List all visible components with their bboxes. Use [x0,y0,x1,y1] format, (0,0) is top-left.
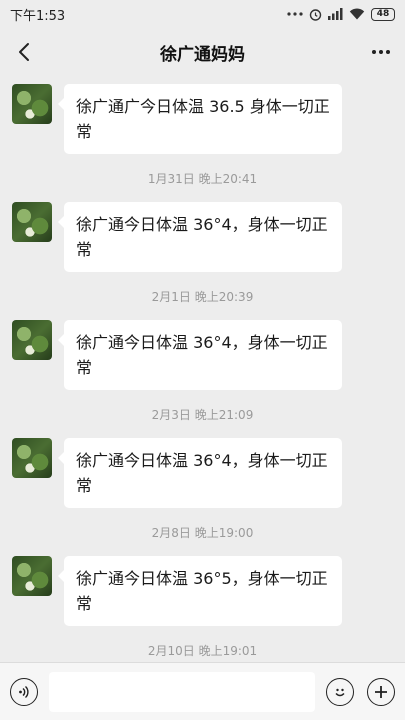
message-bubble[interactable]: 徐广通广今日体温 36.5 身体一切正常 [58,84,342,154]
emoji-icon [335,688,345,697]
message-timestamp: 1月31日 晚上20:41 [147,172,258,186]
avatar[interactable] [12,438,52,478]
message-timestamp: 2月10日 晚上19:01 [147,644,258,658]
message-timestamp: 2月3日 晚上21:09 [151,408,254,422]
message-timestamp: 2月1日 晚上20:39 [151,290,254,304]
voice-button[interactable] [10,678,38,706]
alarm-icon [309,8,322,21]
message-input[interactable] [49,672,315,712]
emoji-button[interactable] [326,678,354,706]
avatar[interactable] [12,202,52,242]
wifi-icon [349,8,365,20]
battery-indicator: 48 [371,7,395,21]
nav-bar: 徐广通妈妈 [0,28,405,76]
avatar[interactable] [12,556,52,596]
notification-dots-icon [287,12,303,16]
voice-icon [19,685,29,699]
message-timestamp: 2月8日 晚上19:00 [151,526,254,540]
chat-title: 徐广通妈妈 [160,44,245,65]
more-functions-button[interactable] [367,678,395,706]
status-bar: 下午1:53 48 [0,0,405,28]
avatar[interactable] [12,84,52,124]
message-bubble[interactable]: 徐广通今日体温 36°5，身体一切正常 [58,556,342,626]
status-icons: 48 [287,7,395,21]
signal-icon [328,8,343,20]
input-bar [0,662,405,720]
message-bubble[interactable]: 徐广通今日体温 36°4，身体一切正常 [58,320,342,390]
message-bubble[interactable]: 徐广通今日体温 36°4，身体一切正常 [58,438,342,508]
more-button[interactable] [365,36,397,68]
chat-area[interactable]: 徐广通广今日体温 36.5 身体一切正常 1月31日 晚上20:41 徐广通今日… [0,76,405,662]
avatar[interactable] [12,320,52,360]
plus-icon [375,686,387,698]
chevron-left-icon [19,43,29,61]
back-button[interactable] [8,36,40,68]
message-bubble[interactable]: 徐广通今日体温 36°4，身体一切正常 [58,202,342,272]
status-time: 下午1:53 [10,8,66,24]
more-dots-icon [372,50,390,54]
